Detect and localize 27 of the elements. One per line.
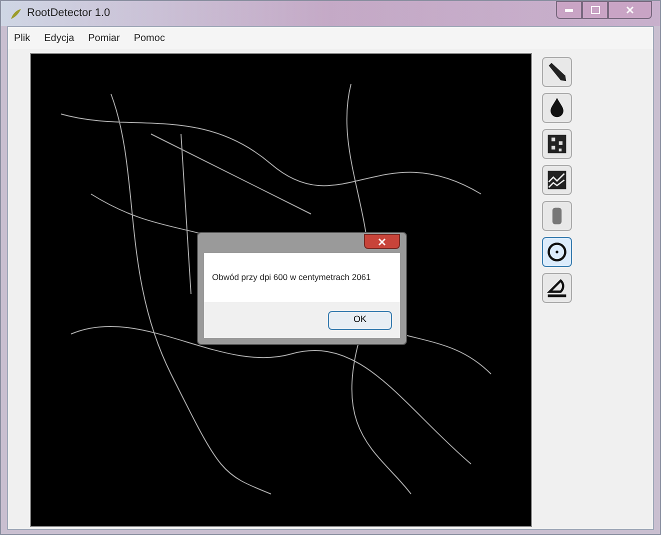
close-icon <box>626 6 634 14</box>
window-title: RootDetector 1.0 <box>27 6 110 22</box>
maximize-icon <box>590 6 600 14</box>
dialog-message: Obwód przy dpi 600 w centymetrach 2061 <box>212 271 371 284</box>
close-button[interactable] <box>364 234 400 249</box>
tool-button[interactable] <box>542 129 572 159</box>
line-chart-icon <box>546 169 568 191</box>
menu-item[interactable]: Plik <box>14 30 30 46</box>
menu-item[interactable]: Pomiar <box>88 30 120 46</box>
pencil-icon <box>546 61 568 83</box>
tool-button[interactable] <box>542 57 572 87</box>
menu-item[interactable]: Edycja <box>44 30 74 46</box>
ok-button[interactable]: OK <box>328 310 392 330</box>
minimize-button[interactable] <box>556 1 582 19</box>
tool-button[interactable] <box>542 237 572 267</box>
app-logo-icon <box>9 6 23 20</box>
circle-icon <box>546 241 568 263</box>
close-icon <box>378 238 386 246</box>
tool-button[interactable] <box>542 93 572 123</box>
protractor-icon <box>546 277 568 299</box>
close-button[interactable] <box>608 1 652 19</box>
tool-button[interactable] <box>542 165 572 195</box>
minimize-icon <box>565 8 573 12</box>
menu-item[interactable]: Pomoc <box>134 30 165 46</box>
grid-icon <box>546 133 568 155</box>
tool-button[interactable] <box>542 273 572 303</box>
maximize-button[interactable] <box>582 1 608 19</box>
